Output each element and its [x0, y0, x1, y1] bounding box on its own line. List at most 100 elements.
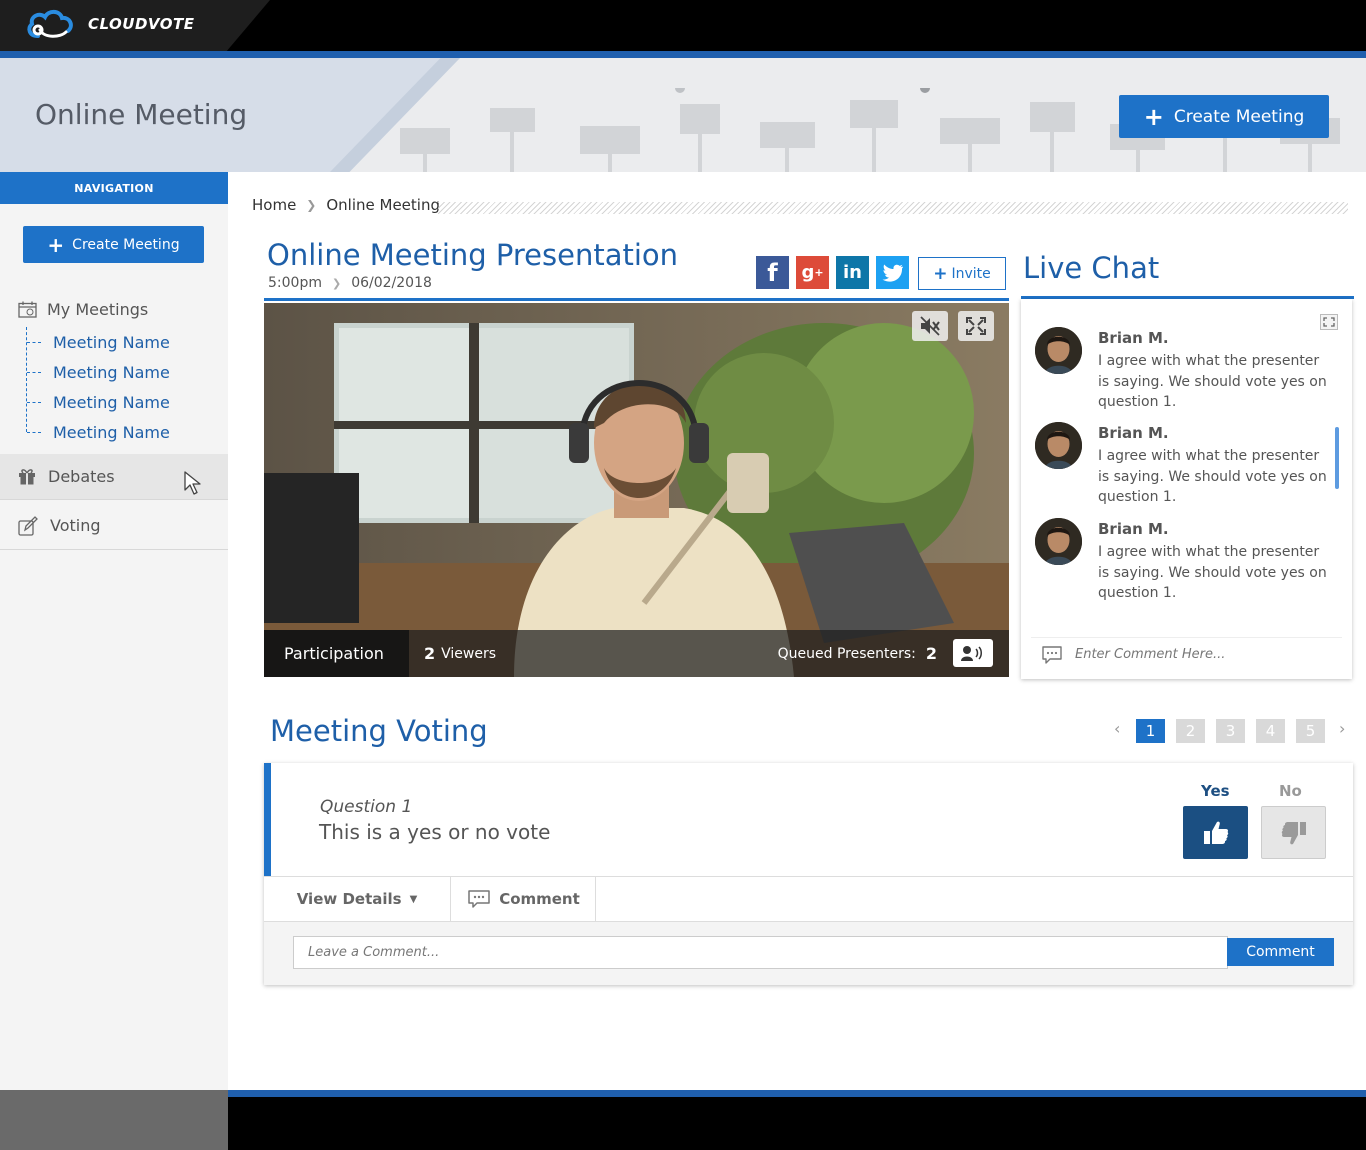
fullscreen-button[interactable] — [958, 311, 994, 341]
comment-placeholder: Leave a Comment... — [308, 945, 440, 960]
queued-number: 2 — [925, 644, 937, 663]
vote-pencil-icon — [18, 515, 38, 536]
leave-comment-input[interactable]: Leave a Comment... — [293, 936, 1228, 969]
logo-text: CLOUDVOTE — [88, 15, 195, 33]
speaker-request-icon — [961, 646, 982, 661]
chat-author: Brian M. — [1098, 520, 1169, 538]
chevron-right-icon: ❯ — [331, 276, 342, 290]
thumbs-down-icon — [1281, 821, 1306, 844]
linkedin-icon[interactable]: in — [836, 256, 869, 289]
twitter-icon[interactable] — [876, 256, 909, 289]
vote-question-card: Question 1 This is a yes or no vote Yes … — [264, 763, 1353, 985]
vote-accent-bar — [264, 763, 271, 876]
debates-label: Debates — [48, 467, 115, 486]
breadcrumb: Home ❯ Online Meeting — [252, 196, 440, 214]
chat-author: Brian M. — [1098, 424, 1169, 442]
chat-comment-input[interactable]: Enter Comment Here... — [1031, 637, 1342, 671]
participation-label: Participation — [264, 630, 409, 677]
video-player[interactable]: Participation 2 Viewers Queued Presenter… — [264, 303, 1009, 677]
caret-down-icon: ▼ — [409, 893, 418, 905]
sidebar-create-meeting-label: Create Meeting — [72, 236, 180, 253]
breadcrumb-home[interactable]: Home — [252, 196, 296, 214]
chat-message: Brian M. I agree with what the presenter… — [1035, 327, 1335, 413]
user-photo-icon — [1035, 422, 1082, 469]
top-bar: CLOUDVOTE — [0, 0, 1366, 51]
create-meeting-label: Create Meeting — [1173, 106, 1305, 127]
vote-yes-button[interactable] — [1183, 806, 1248, 859]
meeting-link[interactable]: Meeting Name — [26, 417, 216, 447]
user-photo-icon — [1035, 518, 1082, 565]
no-label: No — [1279, 782, 1302, 800]
expand-icon — [1323, 317, 1335, 327]
plus-icon: + — [1143, 102, 1164, 131]
live-chat-title: Live Chat — [1023, 251, 1160, 285]
google-plus-icon[interactable]: g + — [796, 256, 829, 289]
video-frame-image — [264, 303, 1009, 677]
meeting-voting-title: Meeting Voting — [270, 714, 488, 748]
invite-button[interactable]: + Invite — [918, 257, 1006, 290]
viewers-number: 2 — [424, 644, 436, 663]
page-button-active[interactable]: 1 — [1136, 719, 1165, 743]
top-stripe — [0, 51, 1366, 58]
chat-text: I agree with what the presenter is sayin… — [1098, 544, 1327, 601]
sidebar: NAVIGATION + Create Meeting My Meetings … — [0, 172, 228, 1090]
chat-input-placeholder: Enter Comment Here... — [1075, 647, 1226, 662]
meeting-link[interactable]: Meeting Name — [26, 357, 216, 387]
meeting-link[interactable]: Meeting Name — [26, 327, 216, 357]
speech-bubble-icon — [1042, 645, 1062, 664]
comment-area: Leave a Comment... Comment — [264, 921, 1353, 985]
viewers-label: Viewers — [441, 645, 497, 662]
plus-icon: + — [47, 232, 65, 257]
page-button[interactable]: 3 — [1216, 719, 1245, 743]
gift-icon — [19, 469, 35, 485]
chevron-left-icon[interactable]: ‹ — [1114, 719, 1120, 738]
sidebar-create-meeting-button[interactable]: + Create Meeting — [23, 226, 204, 263]
presentation-time: 5:00pm — [268, 275, 322, 291]
chat-scrollbar[interactable] — [1335, 427, 1339, 489]
calendar-icon — [18, 301, 37, 318]
page-button[interactable]: 2 — [1176, 719, 1205, 743]
speech-bubble-icon — [468, 890, 490, 908]
create-meeting-button[interactable]: + Create Meeting — [1119, 95, 1329, 138]
avatar — [1035, 422, 1082, 469]
nav-header: NAVIGATION — [0, 172, 228, 204]
chevron-right-icon[interactable]: › — [1339, 719, 1345, 738]
chat-author: Brian M. — [1098, 329, 1169, 347]
vote-no-button[interactable] — [1261, 806, 1326, 859]
my-meetings-label: My Meetings — [47, 300, 149, 319]
chat-text: I agree with what the presenter is sayin… — [1098, 448, 1327, 505]
question-text: This is a yes or no vote — [319, 820, 551, 844]
chat-text: I agree with what the presenter is sayin… — [1098, 353, 1327, 410]
yes-label: Yes — [1201, 782, 1230, 800]
meeting-list: Meeting Name Meeting Name Meeting Name M… — [26, 327, 216, 447]
page-banner: Online Meeting + Create Meeting — [0, 58, 1366, 172]
cloud-logo-icon[interactable] — [24, 8, 76, 42]
vote-tabs: View Details ▼ Comment — [264, 877, 1353, 921]
sidebar-item-voting[interactable]: Voting — [0, 502, 228, 550]
speaker-muted-icon — [920, 316, 940, 336]
request-to-speak-button[interactable] — [953, 639, 993, 667]
submit-comment-button[interactable]: Comment — [1227, 938, 1334, 966]
thumbs-up-icon — [1203, 821, 1228, 844]
comment-tab[interactable]: Comment — [452, 877, 596, 921]
voting-label: Voting — [50, 516, 101, 535]
avatar — [1035, 518, 1082, 565]
question-label: Question 1 — [320, 797, 413, 817]
comment-tab-label: Comment — [499, 890, 580, 908]
mouse-cursor-icon — [184, 471, 201, 495]
footer-sidebar-block — [0, 1090, 228, 1150]
facebook-icon[interactable]: f — [756, 256, 789, 289]
view-details-tab[interactable]: View Details ▼ — [264, 877, 451, 921]
queued-label: Queued Presenters: — [777, 645, 916, 662]
sidebar-item-my-meetings[interactable]: My Meetings — [18, 300, 148, 319]
chevron-right-icon: ❯ — [306, 198, 317, 212]
fullscreen-icon — [966, 317, 986, 335]
presentation-title: Online Meeting Presentation — [267, 238, 679, 272]
mute-button[interactable] — [912, 311, 948, 341]
meeting-link[interactable]: Meeting Name — [26, 387, 216, 417]
page-button[interactable]: 4 — [1256, 719, 1285, 743]
chat-message: Brian M. I agree with what the presenter… — [1035, 422, 1335, 508]
twitter-bird-icon — [882, 264, 903, 282]
queued-presenters: Queued Presenters: 2 — [778, 630, 937, 677]
page-button[interactable]: 5 — [1296, 719, 1325, 743]
